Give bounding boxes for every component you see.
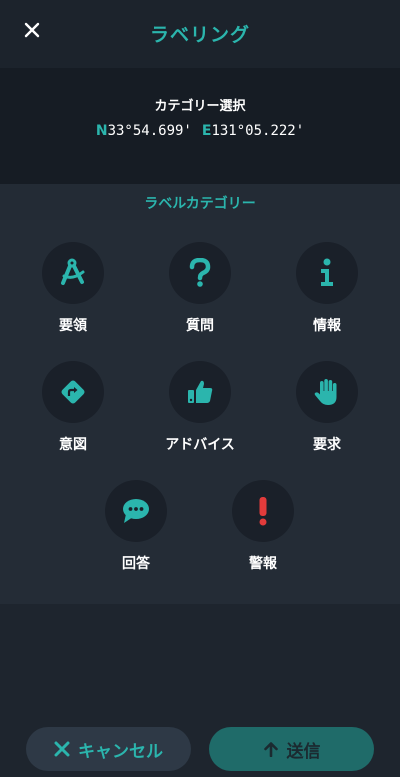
category-label: アドバイス bbox=[165, 437, 235, 453]
selection-panel: カテゴリー選択 N33°54.699' E131°05.222' bbox=[0, 68, 400, 184]
label-category-title: ラベルカテゴリー bbox=[144, 196, 256, 212]
route-arrow-icon bbox=[61, 380, 85, 404]
category-label: 質問 bbox=[186, 318, 214, 334]
close-icon bbox=[54, 741, 70, 757]
category-kaitou[interactable]: 回答 bbox=[81, 480, 191, 580]
header-bar: ラベリング bbox=[0, 0, 400, 68]
category-label: 要領 bbox=[59, 318, 87, 334]
coordinates: N33°54.699' E131°05.222' bbox=[0, 123, 400, 139]
raised-hand-icon bbox=[314, 379, 337, 405]
exclamation-icon bbox=[259, 497, 267, 526]
latitude-value: 33°54.699' bbox=[107, 123, 192, 139]
category-label: 警報 bbox=[249, 556, 277, 572]
label-category-header: ラベルカテゴリー bbox=[0, 184, 400, 220]
info-icon bbox=[321, 258, 333, 286]
thumbs-up-icon bbox=[188, 380, 213, 403]
category-jouhou[interactable]: 情報 bbox=[272, 242, 382, 342]
category-keihou[interactable]: 警報 bbox=[208, 480, 318, 580]
cancel-label: キャンセル bbox=[78, 741, 163, 762]
drafting-compass-icon bbox=[61, 258, 85, 285]
category-label: 意図 bbox=[59, 437, 87, 453]
category-youryou[interactable]: 要領 bbox=[18, 242, 128, 342]
page-title: ラベリング bbox=[149, 24, 250, 46]
category-advice[interactable]: アドバイス bbox=[145, 361, 255, 461]
category-ito[interactable]: 意図 bbox=[18, 361, 128, 461]
longitude-value: 131°05.222' bbox=[211, 123, 305, 139]
category-label: 情報 bbox=[313, 318, 341, 334]
chat-bubble-icon bbox=[123, 499, 149, 523]
category-youkyuu[interactable]: 要求 bbox=[272, 361, 382, 461]
cancel-button[interactable]: キャンセル bbox=[26, 727, 191, 771]
category-shitsumon[interactable]: 質問 bbox=[145, 242, 255, 342]
latitude-direction: N bbox=[95, 123, 108, 139]
category-label: 回答 bbox=[122, 556, 150, 572]
question-icon bbox=[189, 258, 211, 287]
selection-title: カテゴリー選択 bbox=[154, 99, 246, 114]
longitude-direction: E bbox=[201, 123, 212, 139]
send-label: 送信 bbox=[286, 741, 321, 762]
arrow-up-icon bbox=[263, 741, 279, 757]
category-label: 要求 bbox=[313, 437, 341, 453]
category-grid: 要領 質問 情報 意図 アドバイス 要求 回答 警報 bbox=[0, 220, 400, 604]
labeling-screen: ラベリング カテゴリー選択 N33°54.699' E131°05.222' ラベ… bbox=[0, 0, 400, 777]
send-button[interactable]: 送信 bbox=[209, 727, 374, 771]
